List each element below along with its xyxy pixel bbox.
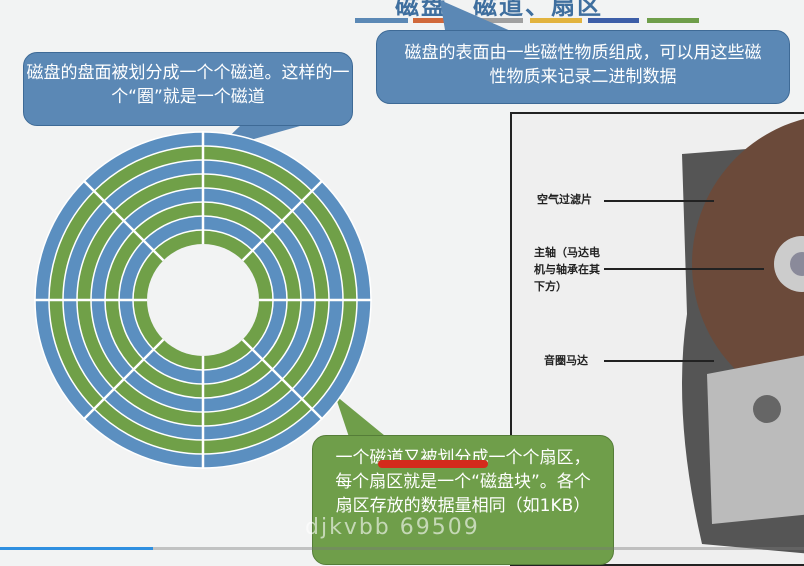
disk-hole — [147, 244, 259, 356]
progress-fill — [0, 547, 153, 550]
label-air-filter: 空气过滤片 — [537, 193, 592, 206]
label-voice-coil: 音圈马达 — [544, 354, 588, 367]
surface-callout: 磁盘的表面由一些磁性物质组成，可以用这些磁性物质来记录二进制数据 — [376, 30, 790, 104]
sector-callout: 一个磁道又被划分成一个个扇区，每个扇区就是一个“磁盘块”。各个扇区存放的数据量相… — [312, 435, 614, 565]
video-progress-bar[interactable] — [0, 547, 804, 550]
watermark: djkvbb 69509 — [305, 515, 480, 540]
track-callout: 磁盘的盘面被划分成一个个磁道。这样的一个“圈”就是一个磁道 — [23, 52, 353, 126]
red-pen-highlight — [378, 460, 488, 468]
label-spindle: 主轴（马达电机与轴承在其下方） — [534, 246, 600, 293]
